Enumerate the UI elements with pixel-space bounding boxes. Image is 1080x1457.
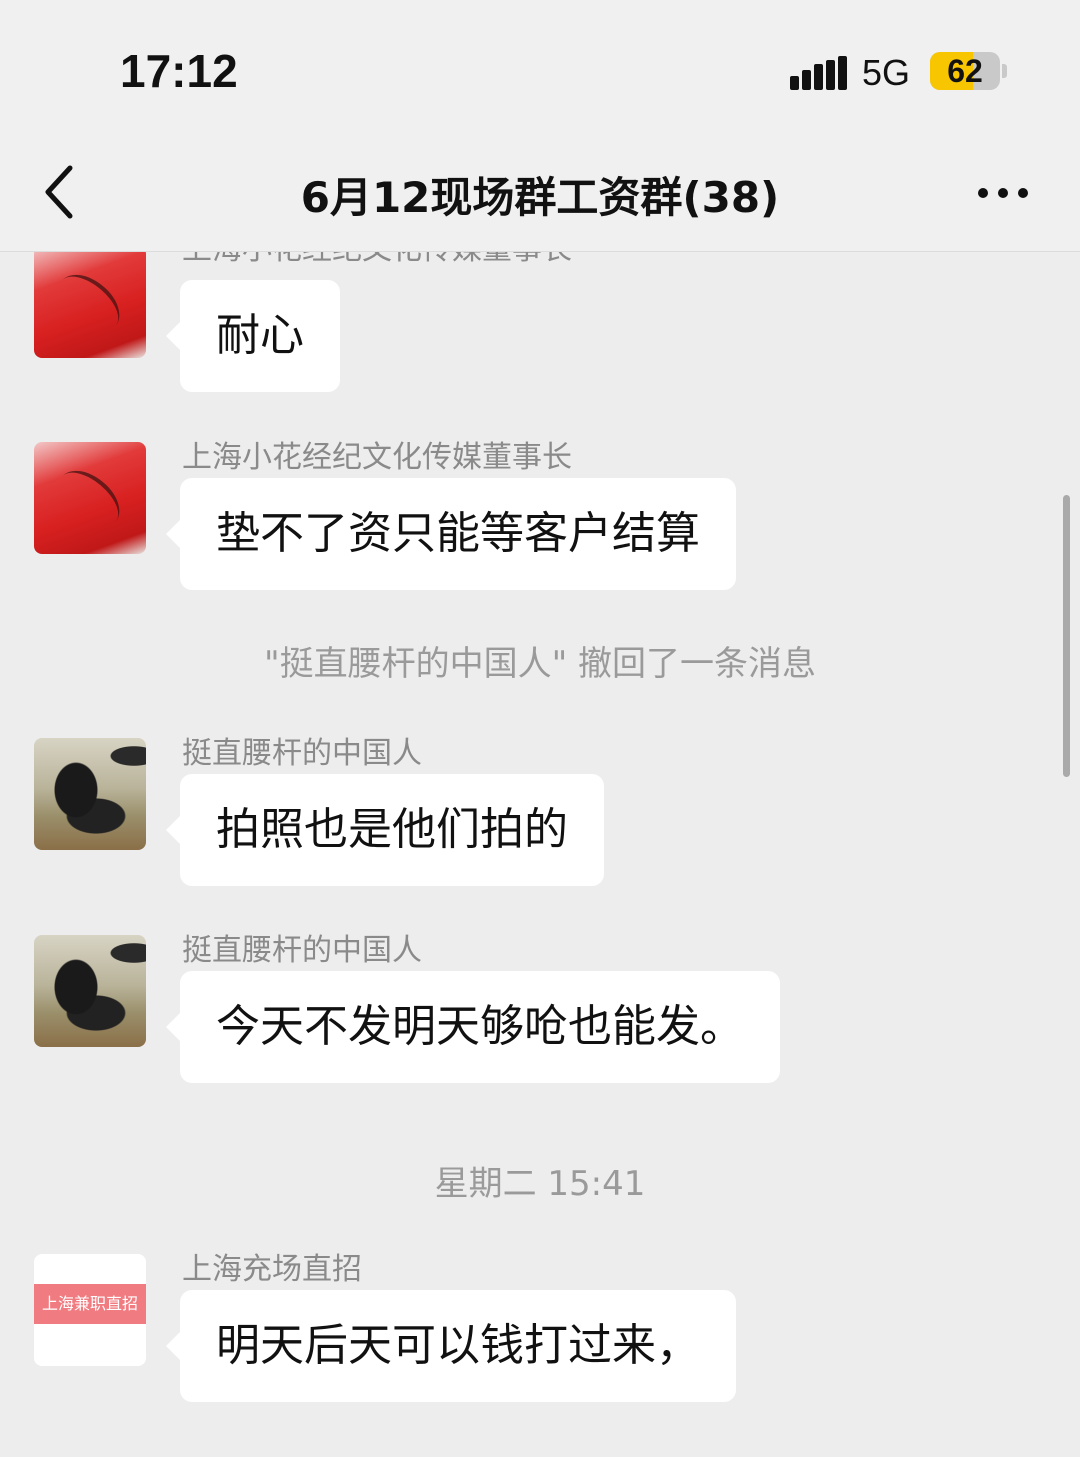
battery-tip <box>1002 64 1007 78</box>
signal-strength-icon <box>790 56 847 90</box>
message-item: 挺直腰杆的中国人 拍照也是他们拍的 <box>0 736 1080 888</box>
message-bubble[interactable]: 拍照也是他们拍的 <box>166 774 604 886</box>
sender-avatar[interactable] <box>34 935 146 1047</box>
message-item: 上海兼职直招 上海充场直招 明天后天可以钱打过来， <box>0 1252 1080 1414</box>
chevron-left-icon <box>45 165 73 219</box>
recall-notice: "挺直腰杆的中国人" 撤回了一条消息 <box>263 644 817 684</box>
sender-avatar[interactable]: 上海兼职直招 <box>34 1254 146 1366</box>
scrollbar[interactable] <box>1063 495 1070 777</box>
sender-avatar[interactable] <box>34 442 146 554</box>
sender-avatar[interactable] <box>34 738 146 850</box>
more-button[interactable] <box>968 170 1038 214</box>
network-type: 5G <box>862 52 911 93</box>
chat-title: 6月12现场群工资群(38) <box>300 173 780 222</box>
timestamp-divider: 星期二 15:41 <box>434 1164 646 1204</box>
status-time: 17:12 <box>120 45 238 97</box>
message-item: 挺直腰杆的中国人 今天不发明天够呛也能发。 <box>0 933 1080 1085</box>
more-horizontal-icon <box>978 188 988 198</box>
back-button[interactable] <box>36 160 96 224</box>
message-bubble[interactable]: 垫不了资只能等客户结算 <box>166 478 736 590</box>
chat-message-list[interactable]: 上海小花经纪文化传媒董事长 耐心 上海小花经纪文化传媒董事长 垫不了资只能等客户… <box>0 252 1080 1457</box>
sender-avatar[interactable] <box>34 252 146 358</box>
avatar-logo-text: 上海兼职直招 <box>34 1284 146 1324</box>
message-item: 上海小花经纪文化传媒董事长 垫不了资只能等客户结算 <box>0 440 1080 592</box>
more-dot <box>998 188 1008 198</box>
sender-name: 挺直腰杆的中国人 <box>182 933 422 968</box>
message-item: 上海小花经纪文化传媒董事长 耐心 <box>0 252 1080 396</box>
sender-name: 挺直腰杆的中国人 <box>182 736 422 771</box>
sender-name: 上海小花经纪文化传媒董事长 <box>182 440 572 475</box>
status-bar: 17:12 5G 62 <box>0 0 1080 140</box>
message-bubble[interactable]: 今天不发明天够呛也能发。 <box>166 971 780 1083</box>
message-bubble[interactable]: 明天后天可以钱打过来， <box>166 1290 736 1402</box>
battery-icon: 62 <box>930 52 1000 90</box>
sender-name: 上海小花经纪文化传媒董事长 <box>182 252 572 268</box>
sender-name: 上海充场直招 <box>182 1252 362 1287</box>
more-dot <box>1018 188 1028 198</box>
message-bubble[interactable]: 耐心 <box>166 280 340 392</box>
battery-level: 62 <box>947 53 983 89</box>
chat-header: 6月12现场群工资群(38) <box>0 140 1080 252</box>
